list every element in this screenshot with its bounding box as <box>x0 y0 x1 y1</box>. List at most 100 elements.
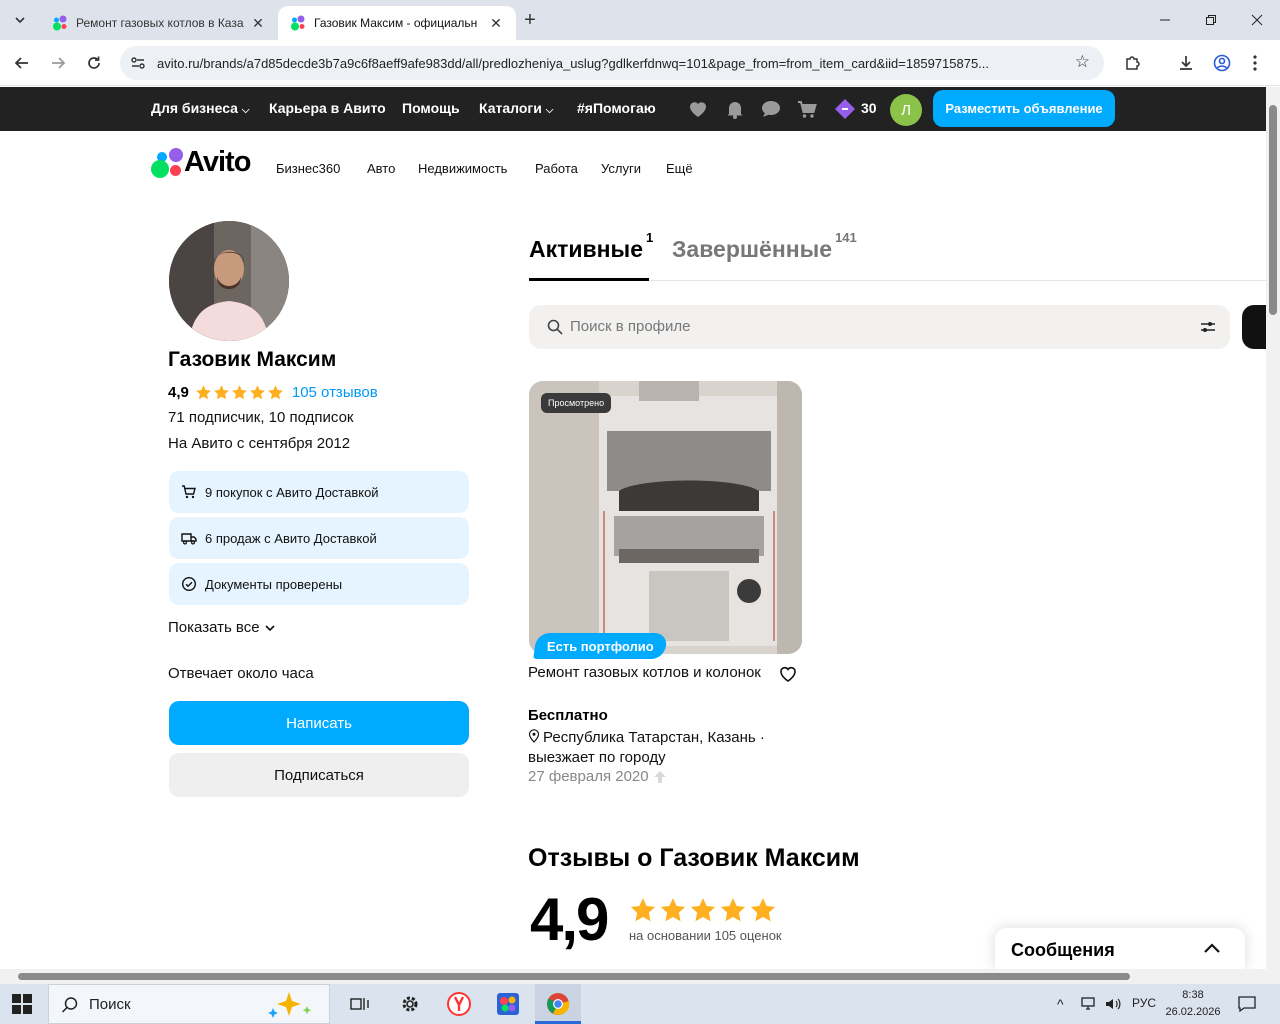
topbar-link-business[interactable]: Для бизнеса ⌵ <box>151 100 249 116</box>
close-window-button[interactable] <box>1234 0 1280 40</box>
rating-stars <box>195 384 284 401</box>
tab-finished-listings[interactable]: Завершённые 141 <box>672 230 857 263</box>
tab-search-button[interactable] <box>6 6 34 34</box>
chat-bubble-icon[interactable] <box>760 98 782 120</box>
vertical-scrollbar[interactable] <box>1266 87 1280 969</box>
portfolio-badge-label: Есть портфолио <box>547 638 654 654</box>
star-icon <box>213 384 229 399</box>
chrome-icon <box>547 993 570 1015</box>
topbar-link-catalogs[interactable]: Каталоги ⌵ <box>479 100 553 116</box>
cart-icon[interactable] <box>796 98 818 120</box>
back-button[interactable] <box>9 50 35 76</box>
profile-button[interactable] <box>1209 50 1235 76</box>
topbar-link-ya-pomogayu[interactable]: #яПомогаю <box>577 100 656 116</box>
bonus-count: 30 <box>861 100 877 116</box>
star-icon <box>195 384 211 399</box>
volume-icon[interactable] <box>1104 996 1122 1012</box>
category-link-realty[interactable]: Недвижимость <box>418 161 507 176</box>
task-view-icon[interactable] <box>348 992 372 1016</box>
reviews-link[interactable]: 105 отзывов <box>292 384 378 401</box>
arrow-right-icon <box>52 57 66 69</box>
category-link-services[interactable]: Услуги <box>601 161 641 176</box>
windows-start-icon[interactable] <box>12 994 32 1014</box>
new-tab-button[interactable]: + <box>518 8 542 32</box>
heart-icon[interactable] <box>687 98 709 120</box>
star-icon <box>690 898 716 922</box>
taskbar-search[interactable]: Поиск <box>48 984 330 1024</box>
browser-tab-1[interactable]: Ремонт газовых котлов в Каза ✕ <box>40 6 278 40</box>
category-link-jobs[interactable]: Работа <box>535 161 578 176</box>
heart-outline-icon[interactable] <box>778 664 798 684</box>
badge-label: Документы проверены <box>205 576 343 592</box>
avito-favicon <box>52 15 68 31</box>
topbar-link-help[interactable]: Помощь <box>402 100 460 116</box>
tab-count: 1 <box>646 230 654 246</box>
listing-title[interactable]: Ремонт газовых котлов и колонок <box>528 663 768 683</box>
close-icon <box>1251 14 1263 26</box>
search-icon <box>547 319 563 335</box>
reviews-section-title: Отзывы о Газовик Максим <box>528 844 860 872</box>
avito-favicon <box>290 15 306 31</box>
tray-chevron-up-icon[interactable]: ^ <box>1057 996 1064 1012</box>
search-icon <box>61 997 78 1013</box>
forward-button[interactable] <box>45 50 71 76</box>
reviews-rating-value: 4,9 <box>530 886 609 953</box>
search-placeholder: Поиск в профиле <box>570 318 691 335</box>
browser-tab-2[interactable]: Газовик Максим - официальн ✕ <box>278 6 516 40</box>
logo-dot <box>169 148 183 162</box>
address-bar[interactable]: avito.ru/brands/a7d85decde3b7a9c6f8aeff9… <box>120 46 1104 80</box>
network-icon[interactable] <box>1080 996 1098 1012</box>
close-tab-icon[interactable]: ✕ <box>250 15 266 32</box>
badge-documents: Документы проверены <box>169 563 469 605</box>
category-link-biznes360[interactable]: Бизнес360 <box>276 161 340 176</box>
horizontal-scrollbar[interactable] <box>0 969 1280 984</box>
site-settings-icon[interactable] <box>130 55 146 71</box>
restore-button[interactable] <box>1188 0 1234 40</box>
keyboard-language[interactable]: РУС <box>1132 996 1156 1010</box>
bookmark-star-icon[interactable]: ☆ <box>1075 52 1090 72</box>
write-message-button[interactable]: Написать <box>169 701 469 745</box>
messages-widget[interactable]: Сообщения <box>995 928 1245 969</box>
horizontal-scrollbar-thumb[interactable] <box>18 973 1130 980</box>
more-vertical-icon <box>1253 55 1257 71</box>
chrome-taskbar-button[interactable] <box>535 984 581 1024</box>
listing-photo[interactable] <box>529 381 802 654</box>
minimize-button[interactable] <box>1142 0 1188 40</box>
extensions-button[interactable] <box>1120 50 1146 76</box>
reload-button[interactable] <box>81 50 107 76</box>
subscribe-button[interactable]: Подписаться <box>169 753 469 797</box>
profile-search-field[interactable]: Поиск в профиле <box>529 305 1230 349</box>
taskbar-search-placeholder: Поиск <box>89 995 131 1013</box>
settings-gear-icon[interactable] <box>398 992 422 1016</box>
app-icon-colored-tiles[interactable] <box>496 992 520 1016</box>
notification-icon[interactable] <box>1238 995 1256 1013</box>
category-link-auto[interactable]: Авто <box>367 161 395 176</box>
listing-date: 27 февраля 2020 <box>528 768 667 785</box>
listing-date-text: 27 февраля 2020 <box>528 768 649 785</box>
profile-photo-image <box>169 221 289 341</box>
avito-logo[interactable]: Avito <box>151 146 261 180</box>
profile-name: Газовик Максим <box>168 348 337 371</box>
browser-tab-title: Газовик Максим - официальн <box>314 16 478 30</box>
tab-label: Завершённые <box>672 236 833 262</box>
yandex-browser-icon[interactable] <box>447 992 471 1016</box>
close-tab-icon[interactable]: ✕ <box>488 15 504 32</box>
star-icon <box>267 384 283 399</box>
profile-photo[interactable] <box>169 221 289 341</box>
topbar-link-career[interactable]: Карьера в Авито <box>269 100 386 116</box>
filter-sliders-icon[interactable] <box>1200 319 1216 335</box>
category-link-more[interactable]: Ещё <box>666 161 693 176</box>
bell-icon[interactable] <box>724 98 746 120</box>
vertical-scrollbar-thumb[interactable] <box>1269 105 1277 315</box>
chrome-menu-button[interactable] <box>1242 50 1268 76</box>
bonus-ticket-icon[interactable] <box>834 98 856 120</box>
show-all-link[interactable]: Показать все <box>168 619 276 636</box>
downloads-button[interactable] <box>1173 50 1199 76</box>
user-avatar[interactable]: Л <box>890 94 922 126</box>
post-ad-button[interactable]: Разместить объявление <box>933 90 1115 127</box>
badge-label: 6 продаж с Авито Доставкой <box>205 530 377 546</box>
taskbar-clock[interactable]: 8:38 26.02.2026 <box>1162 987 1224 1021</box>
chevron-up-icon[interactable] <box>1203 940 1221 958</box>
browser-toolbar: avito.ru/brands/a7d85decde3b7a9c6f8aeff9… <box>0 40 1280 86</box>
tab-active-listings[interactable]: Активные 1 <box>529 230 653 263</box>
